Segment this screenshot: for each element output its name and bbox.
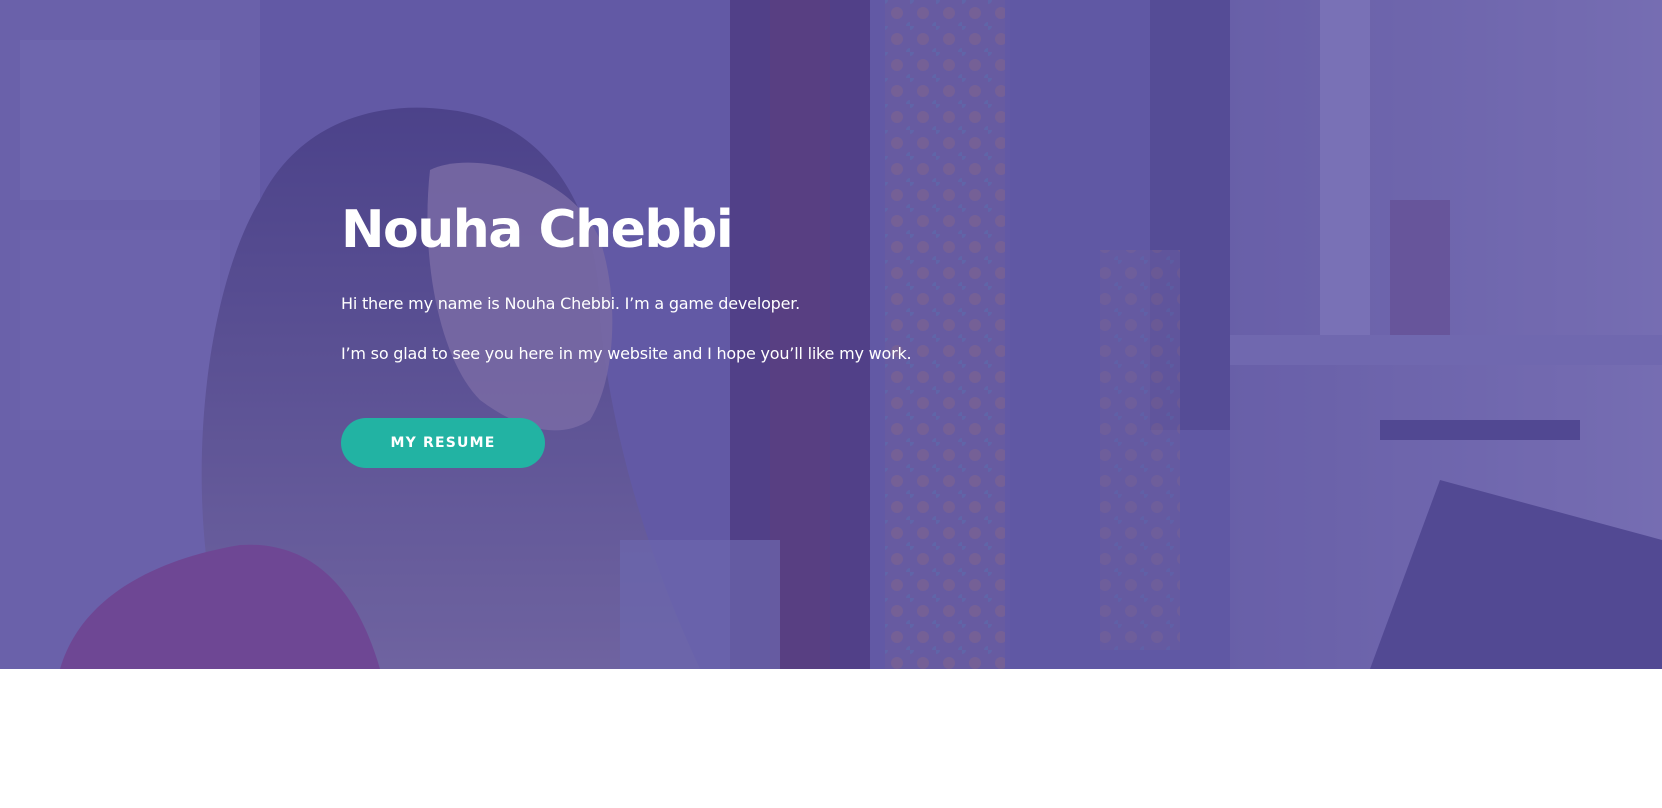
hero-welcome-text: I’m so glad to see you here in my websit…	[341, 344, 912, 363]
my-resume-button[interactable]: MY RESUME	[341, 418, 545, 468]
content-section-below	[0, 669, 1662, 808]
hero-intro-text: Hi there my name is Nouha Chebbi. I’m a …	[341, 294, 801, 313]
hero-content: Nouha Chebbi Hi there my name is Nouha C…	[341, 190, 981, 468]
hero-title: Nouha Chebbi	[341, 200, 734, 260]
hero-section: Nouha Chebbi Hi there my name is Nouha C…	[0, 0, 1662, 669]
